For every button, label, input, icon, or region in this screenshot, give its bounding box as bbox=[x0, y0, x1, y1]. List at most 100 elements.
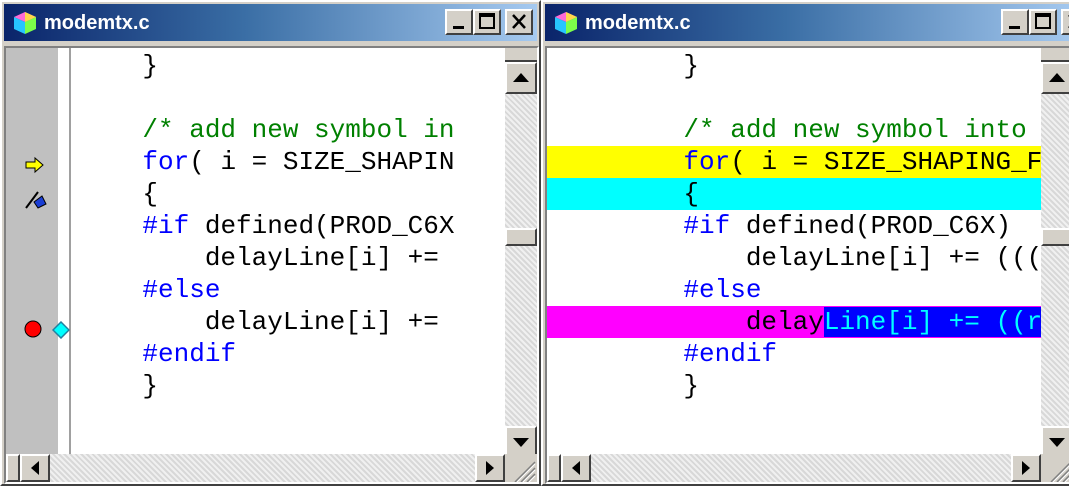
code-line[interactable]: delayLine[i] += ((r bbox=[547, 306, 1041, 338]
code-line[interactable]: /* add new symbol in bbox=[72, 114, 505, 146]
code-token: delay bbox=[745, 307, 824, 337]
code-line[interactable]: #endif bbox=[547, 338, 1041, 370]
code-token: #endif bbox=[142, 339, 237, 369]
horizontal-scrollbar[interactable] bbox=[6, 454, 537, 482]
scroll-right-button[interactable] bbox=[475, 454, 505, 482]
code-token: /* add new symbol into bbox=[683, 115, 1027, 145]
title-bar[interactable]: modemtx.c bbox=[4, 4, 537, 41]
bookmark-icon bbox=[25, 191, 47, 209]
breakpoint-icon bbox=[24, 320, 42, 338]
code-line[interactable]: } bbox=[72, 370, 505, 402]
code-token: #if bbox=[142, 211, 190, 241]
scroll-up-button[interactable] bbox=[505, 62, 537, 94]
title-bar[interactable]: modemtx.c bbox=[545, 4, 1069, 41]
code-line[interactable]: #endif bbox=[72, 338, 505, 370]
code-token: defined(PROD_C6X bbox=[189, 211, 455, 241]
scroll-left-button[interactable] bbox=[561, 454, 591, 482]
arrow-down-icon bbox=[1049, 438, 1065, 447]
code-line[interactable]: { bbox=[547, 178, 1041, 210]
probe-point-icon bbox=[52, 321, 70, 339]
arrow-up-icon bbox=[513, 73, 529, 82]
code-token: delayLine[i] += bbox=[204, 307, 439, 337]
window-title: modemtx.c bbox=[44, 12, 150, 34]
code-editor[interactable]: } /* add new symbol into for( i = SIZE_S… bbox=[547, 48, 1041, 458]
editor-window-left[interactable]: modemtx.c } /* add new symbol in for(i … bbox=[0, 0, 541, 486]
code-line[interactable] bbox=[72, 402, 505, 434]
editor-client-area: } /* add new symbol into for( i = SIZE_S… bbox=[545, 46, 1069, 484]
code-token: } bbox=[683, 51, 700, 81]
scroll-thumb[interactable] bbox=[1041, 228, 1069, 246]
arrow-right-icon bbox=[1022, 461, 1030, 475]
code-token: } bbox=[142, 51, 159, 81]
horizontal-splitter[interactable] bbox=[6, 454, 20, 482]
code-line[interactable]: #if defined(PROD_C6X) bbox=[547, 210, 1041, 242]
horizontal-scrollbar[interactable] bbox=[547, 454, 1069, 482]
gutter[interactable] bbox=[6, 48, 58, 458]
code-line[interactable]: delayLine[i] += bbox=[72, 242, 505, 274]
vertical-scrollbar[interactable] bbox=[1041, 48, 1069, 458]
code-token: for bbox=[683, 147, 731, 177]
window-title: modemtx.c bbox=[585, 12, 691, 34]
code-token: delayLine[i] += bbox=[204, 243, 439, 273]
code-line[interactable]: for( i = SIZE_SHAPING_F bbox=[547, 146, 1041, 178]
code-line[interactable]: { bbox=[72, 178, 505, 210]
close-button[interactable] bbox=[1061, 9, 1069, 35]
arrow-left-icon bbox=[31, 461, 39, 475]
vertical-scrollbar[interactable] bbox=[505, 48, 537, 458]
code-line[interactable]: } bbox=[547, 370, 1041, 402]
code-line[interactable]: delayLine[i] += bbox=[72, 306, 505, 338]
gutter-divider bbox=[69, 48, 71, 458]
code-line[interactable]: /* add new symbol into bbox=[547, 114, 1041, 146]
scroll-left-button[interactable] bbox=[20, 454, 50, 482]
arrow-down-icon bbox=[513, 438, 529, 447]
code-line[interactable]: #else bbox=[547, 274, 1041, 306]
splitter-handle[interactable] bbox=[505, 48, 537, 62]
arrow-left-icon bbox=[572, 461, 580, 475]
scroll-right-button[interactable] bbox=[1011, 454, 1041, 482]
scroll-thumb[interactable] bbox=[505, 228, 537, 246]
code-token: delayLine[i] += ((( bbox=[745, 243, 1041, 273]
code-token: for bbox=[142, 147, 190, 177]
resize-grip-icon bbox=[514, 461, 536, 482]
minimize-button[interactable] bbox=[445, 9, 473, 35]
maximize-button[interactable] bbox=[473, 9, 501, 35]
code-line[interactable] bbox=[547, 82, 1041, 114]
code-token: defined(PROD_C6X) bbox=[730, 211, 1012, 241]
code-line[interactable]: for( i = SIZE_SHAPIN bbox=[72, 146, 505, 178]
resize-grip[interactable] bbox=[505, 454, 537, 482]
code-line[interactable]: } bbox=[547, 50, 1041, 82]
horizontal-splitter[interactable] bbox=[547, 454, 561, 482]
code-line[interactable]: #else bbox=[72, 274, 505, 306]
code-line[interactable] bbox=[547, 402, 1041, 434]
code-token: #endif bbox=[683, 339, 778, 369]
code-token: { bbox=[683, 179, 700, 209]
minimize-button[interactable] bbox=[1001, 9, 1029, 35]
arrow-right-icon bbox=[486, 461, 494, 475]
code-line[interactable]: #if defined(PROD_C6X bbox=[72, 210, 505, 242]
code-line[interactable] bbox=[72, 82, 505, 114]
code-line[interactable]: delayLine[i] += ((( bbox=[547, 242, 1041, 274]
editor-window-right[interactable]: modemtx.c } /* add new symbol into for( … bbox=[541, 0, 1069, 486]
resize-grip[interactable] bbox=[1041, 454, 1069, 482]
maximize-button[interactable] bbox=[1029, 9, 1057, 35]
code-token: } bbox=[142, 371, 159, 401]
code-token: /* add new symbol in bbox=[142, 115, 455, 145]
app-cube-icon bbox=[14, 12, 36, 34]
code-line[interactable]: } bbox=[72, 50, 505, 82]
splitter-handle[interactable] bbox=[1041, 48, 1069, 62]
code-editor[interactable]: } /* add new symbol in for( i = SIZE_SHA… bbox=[72, 48, 505, 458]
scroll-up-button[interactable] bbox=[1041, 62, 1069, 94]
code-token: } bbox=[683, 371, 700, 401]
close-button[interactable] bbox=[505, 9, 533, 35]
code-token: ( i = SIZE_SHAPIN bbox=[189, 147, 455, 177]
